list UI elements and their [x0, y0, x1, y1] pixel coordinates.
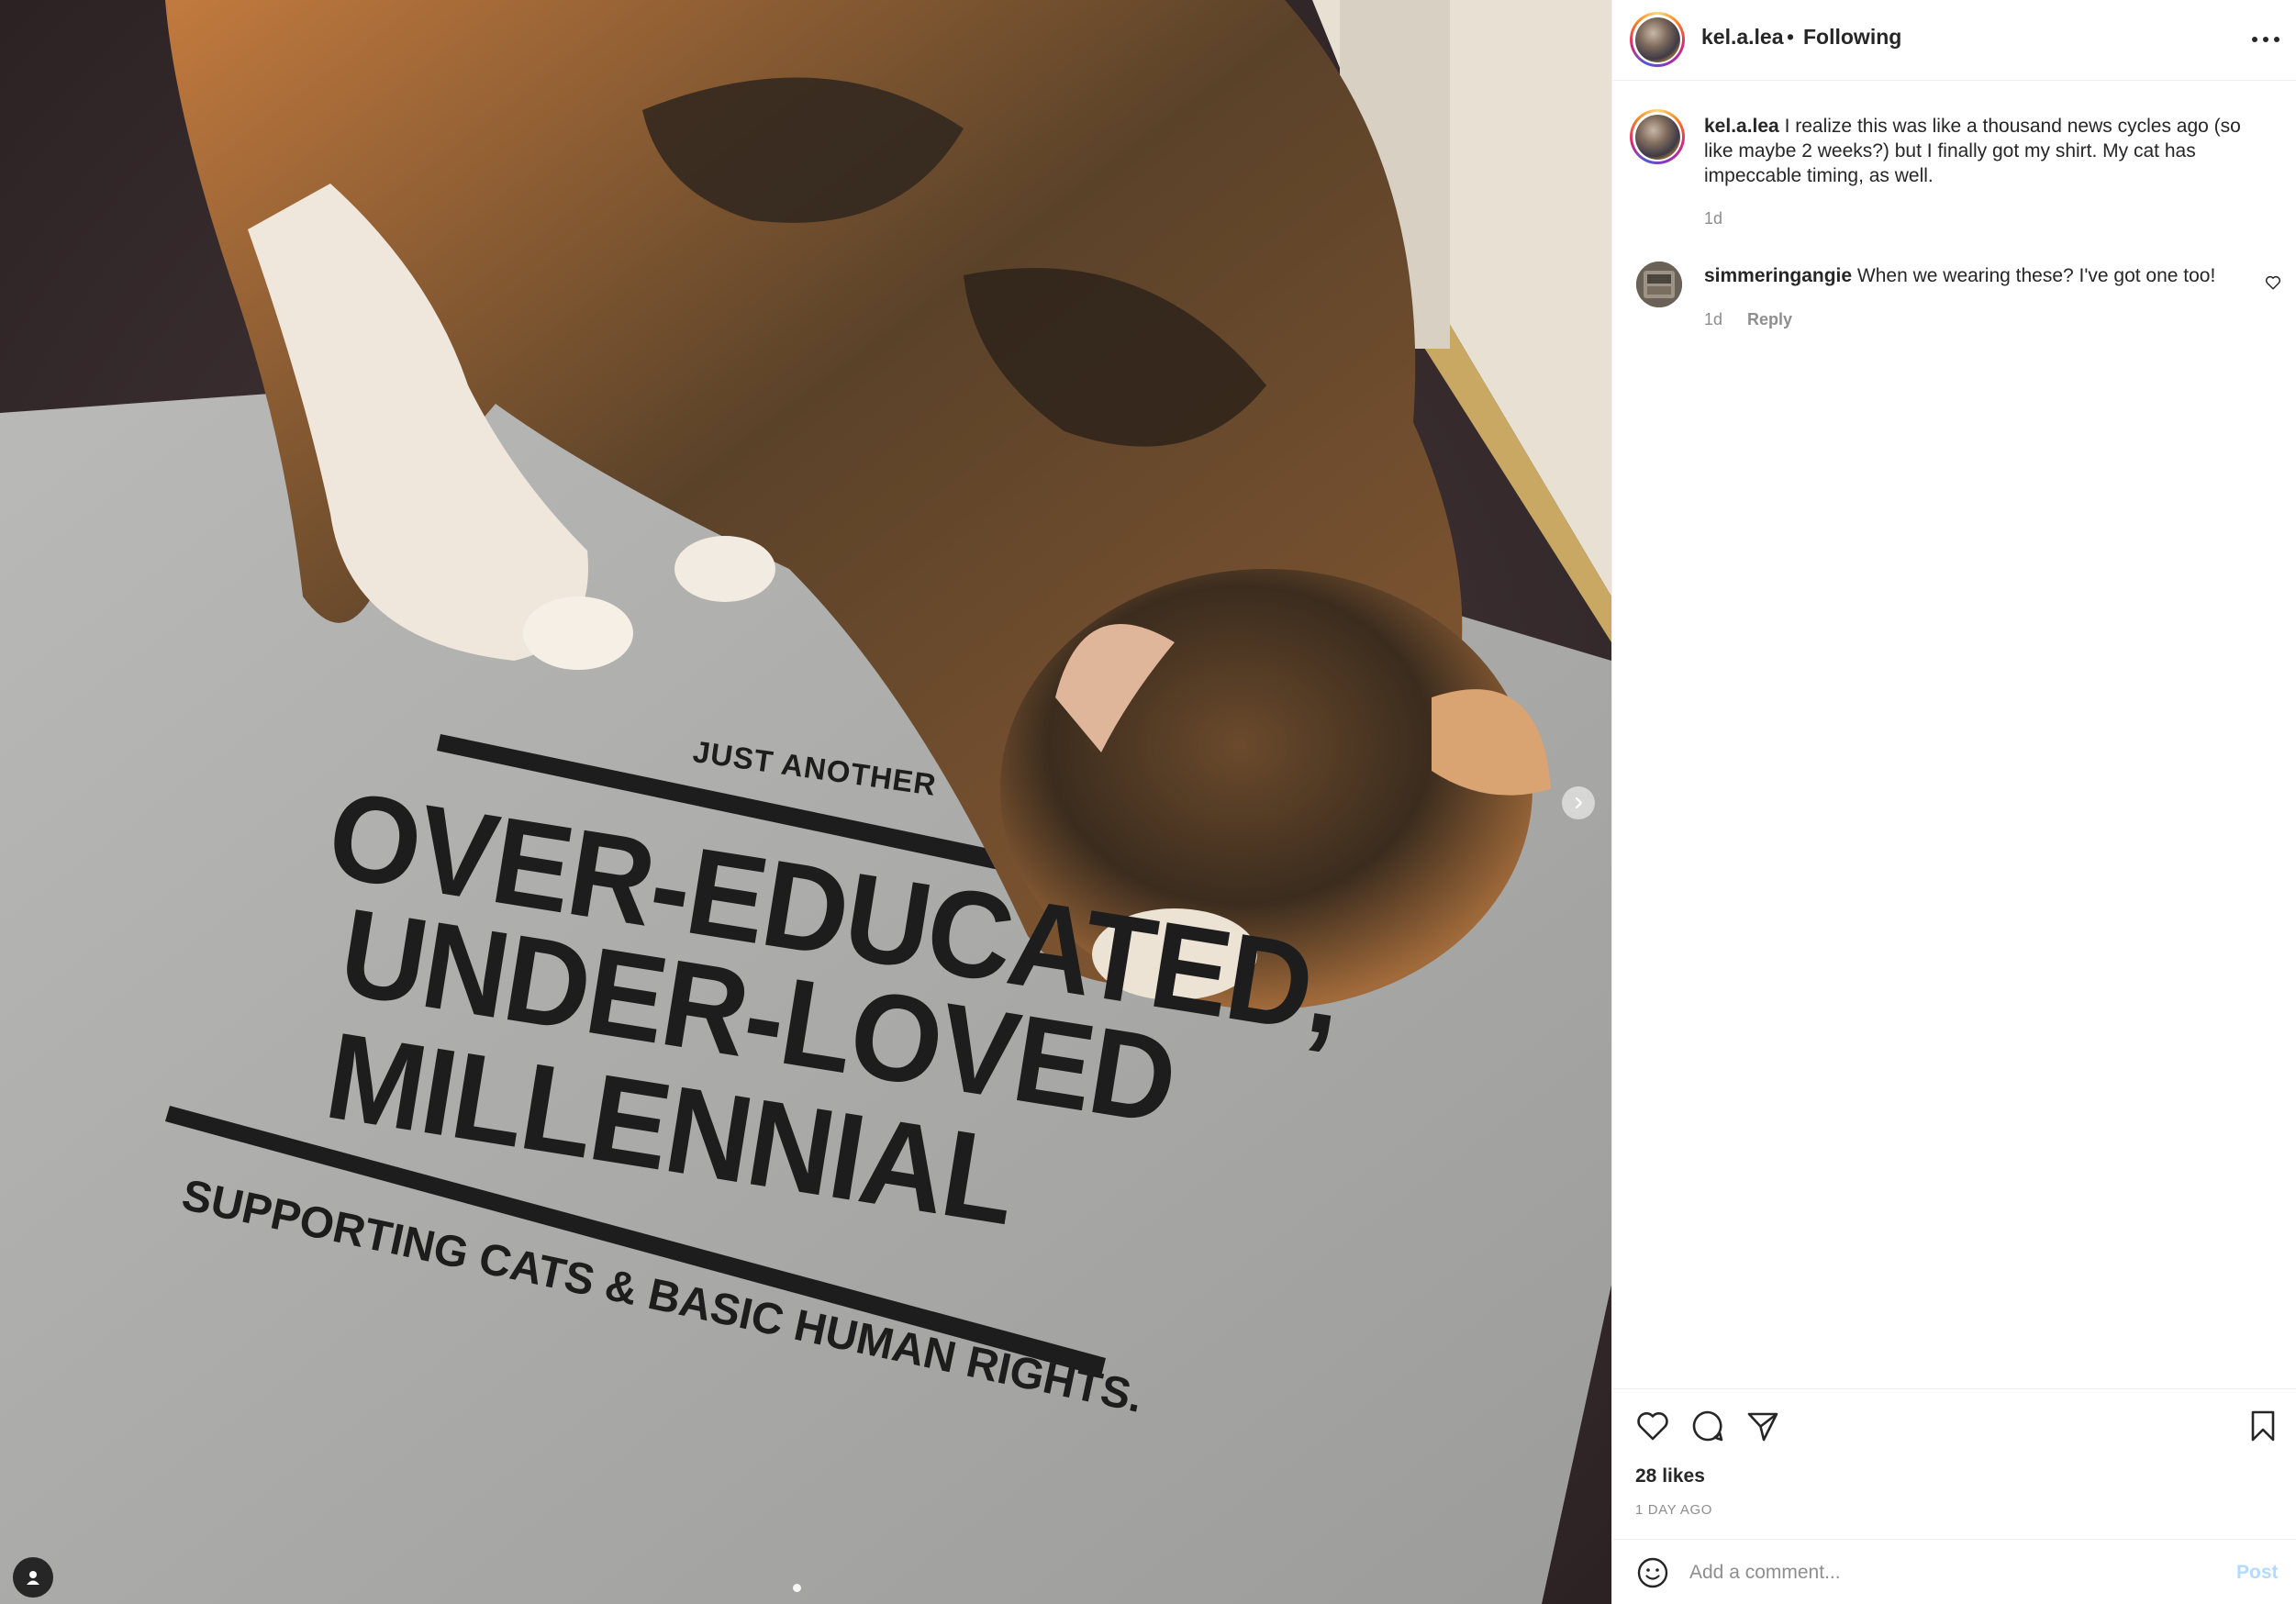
smiley-icon[interactable] — [1635, 1555, 1670, 1590]
heart-icon[interactable] — [1635, 1409, 1670, 1443]
add-comment-input[interactable] — [1689, 1553, 2167, 1593]
comment-text: When we wearing these? I've got one too! — [1856, 265, 2216, 286]
more-horizontal-icon[interactable] — [2246, 26, 2286, 53]
comment-reply-button[interactable]: Reply — [1747, 310, 1792, 329]
comment-username[interactable]: simmeringangie — [1704, 265, 1852, 286]
author-avatar[interactable] — [1630, 12, 1685, 67]
header-separator: • — [1787, 25, 1795, 49]
photo-scene — [0, 0, 1611, 1604]
speech-bubble-icon[interactable] — [1690, 1409, 1725, 1443]
bookmark-icon[interactable] — [2246, 1409, 2280, 1443]
comment-meta: 1d Reply — [1704, 310, 1792, 329]
carousel-next-button[interactable] — [1562, 786, 1595, 819]
author-username[interactable]: kel.a.lea — [1701, 25, 1784, 50]
carousel-dot — [793, 1584, 801, 1592]
commenter-avatar[interactable] — [1636, 262, 1682, 307]
post-caption: kel.a.lea I realize this was like a thou… — [1704, 114, 2255, 188]
caption-author-username[interactable]: kel.a.lea — [1704, 116, 1779, 137]
carousel-indicator — [793, 1584, 801, 1592]
post-comment-button[interactable]: Post — [2236, 1562, 2279, 1584]
chevron-right-icon — [1575, 796, 1583, 809]
heart-icon[interactable] — [2265, 274, 2281, 291]
comment-timestamp[interactable]: 1d — [1704, 310, 1722, 329]
author-avatar-image — [1634, 17, 1680, 62]
post-photo[interactable]: JUST ANOTHER OVER-EDUCATED, UNDER-LOVED … — [0, 0, 1611, 1604]
following-button[interactable]: Following — [1803, 25, 1901, 50]
post-date: 1 DAY AGO — [1635, 1502, 1713, 1518]
caption-text: I realize this was like a thousand news … — [1704, 116, 2241, 186]
commenter-avatar-image — [1636, 262, 1682, 307]
caption-author-avatar[interactable] — [1630, 109, 1685, 164]
comment-body: simmeringangie When we wearing these? I'… — [1704, 263, 2236, 288]
paper-plane-icon[interactable] — [1745, 1409, 1780, 1443]
person-icon — [27, 1571, 39, 1585]
caption-avatar-image — [1634, 114, 1680, 160]
comment-composer: Post — [1612, 1539, 2296, 1604]
tagged-users-button[interactable] — [13, 1557, 53, 1598]
likes-count[interactable]: 28 likes — [1635, 1465, 1705, 1487]
caption-timestamp[interactable]: 1d — [1704, 209, 1722, 228]
post-header: kel.a.lea • Following — [1612, 0, 2296, 81]
actions-divider — [1612, 1388, 2296, 1389]
post-sidebar: kel.a.lea • Following kel.a.lea I realiz… — [1611, 0, 2296, 1604]
